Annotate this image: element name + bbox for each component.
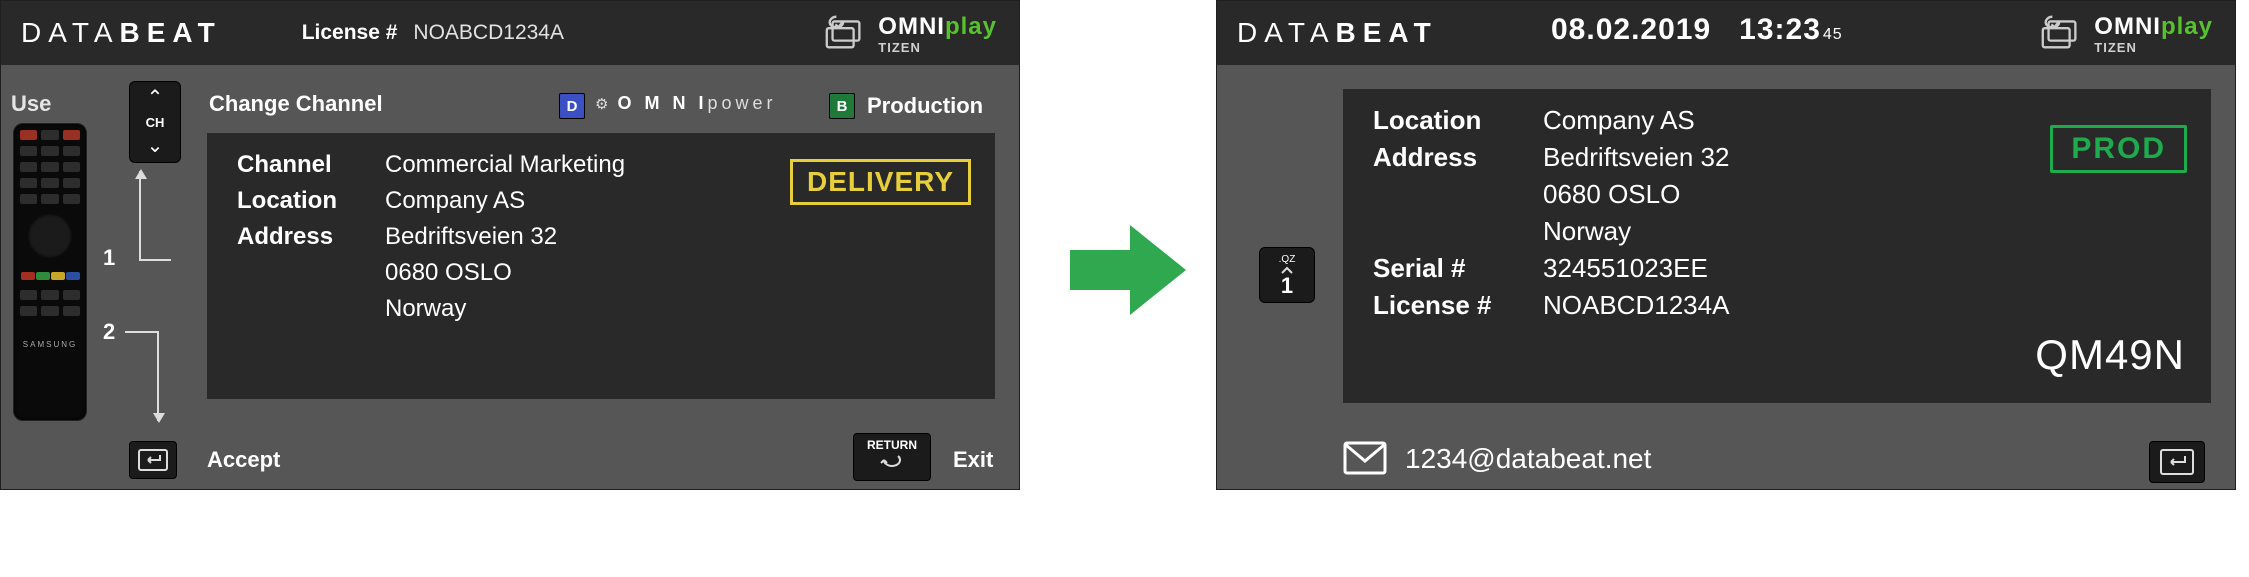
brand-logo: DATABEAT — [1237, 17, 1438, 49]
address-key: Address — [1373, 142, 1543, 173]
location-value: Company AS — [385, 187, 525, 215]
time-seconds: 45 — [1823, 26, 1843, 43]
production-label: Production — [867, 93, 983, 119]
header-right: DATABEAT 08.02.2019 13:2345 OMNIplay TIZE… — [1217, 1, 2235, 65]
transition-arrow-icon — [1070, 220, 1186, 325]
delivery-badge: DELIVERY — [790, 159, 971, 205]
return-button[interactable]: RETURN — [853, 433, 931, 481]
omniplay-icon — [822, 9, 868, 60]
use-label: Use — [11, 91, 51, 117]
omniplay-logo: OMNIplay TIZEN — [2038, 9, 2213, 60]
address-key: Address — [237, 223, 385, 251]
badge-b[interactable]: B — [829, 93, 855, 119]
step-1-marker: 1 — [103, 245, 115, 271]
address-line1: Bedriftsveien 32 — [385, 223, 557, 251]
enter-key-icon[interactable] — [2149, 441, 2205, 483]
channel-value: Commercial Marketing — [385, 151, 625, 179]
step-2-marker: 2 — [103, 319, 115, 345]
ch-label: CH — [146, 115, 165, 130]
prod-badge: PROD — [2050, 125, 2187, 173]
guide-arrow-up — [139, 171, 171, 261]
location-key: Location — [237, 187, 385, 215]
guide-arrow-h — [125, 331, 157, 333]
key-qz-sub: .QZ — [1279, 254, 1296, 265]
serial-value: 324551023EE — [1543, 253, 1708, 284]
location-value: Company AS — [1543, 105, 1695, 136]
header-left: DATABEAT License # NOABCD1234A OMNIplay … — [1, 1, 1019, 65]
channel-key: Channel — [237, 151, 385, 179]
keypad-1-button[interactable]: .QZ 1 — [1259, 247, 1315, 303]
license-value: NOABCD1234A — [1543, 290, 1729, 321]
omnipower-label: ⚙ O M N Ipower — [595, 93, 777, 114]
serial-key: Serial # — [1373, 253, 1543, 284]
return-label: RETURN — [854, 438, 930, 452]
exit-label: Exit — [953, 447, 993, 473]
brand-logo: DATABEAT — [21, 17, 222, 49]
chevron-up-icon: ⌃ — [147, 88, 164, 108]
channel-rocker[interactable]: ⌃ CH ⌄ — [129, 81, 181, 163]
mail-icon — [1343, 441, 1387, 480]
key-qz-num: 1 — [1281, 275, 1293, 297]
omniplay-icon — [2038, 9, 2084, 60]
license-key: License # — [1373, 290, 1543, 321]
address-line3: Norway — [1543, 216, 1631, 247]
license-label: License # — [302, 21, 398, 45]
address-line3: Norway — [385, 295, 466, 323]
time-value: 13:23 — [1739, 13, 1821, 46]
license-value: NOABCD1234A — [413, 21, 564, 45]
location-key: Location — [1373, 105, 1543, 136]
datetime: 08.02.2019 13:2345 — [1551, 13, 1843, 47]
model-number: QM49N — [2035, 331, 2185, 379]
omniplay-logo: OMNIplay TIZEN — [822, 9, 997, 60]
support-email: 1234@databeat.net — [1405, 443, 1651, 475]
change-channel-title: Change Channel — [209, 91, 383, 117]
date-value: 08.02.2019 — [1551, 13, 1711, 46]
badge-d[interactable]: D — [559, 93, 585, 119]
chevron-down-icon: ⌄ — [147, 136, 164, 156]
return-arrow-icon — [878, 452, 906, 472]
enter-key-icon[interactable] — [129, 441, 177, 479]
screen-change-channel: DATABEAT License # NOABCD1234A OMNIplay … — [0, 0, 1020, 490]
address-line1: Bedriftsveien 32 — [1543, 142, 1729, 173]
accept-label: Accept — [207, 447, 280, 473]
address-line2: 0680 OSLO — [385, 259, 512, 287]
guide-arrow-down — [157, 331, 171, 421]
remote-control-illustration: SAMSUNG — [13, 123, 87, 421]
channel-info-panel: ChannelCommercial Marketing LocationComp… — [207, 133, 995, 399]
player-info-panel: LocationCompany AS AddressBedriftsveien … — [1343, 89, 2211, 403]
address-line2: 0680 OSLO — [1543, 179, 1680, 210]
screen-player-info: DATABEAT 08.02.2019 13:2345 OMNIplay TIZE… — [1216, 0, 2236, 490]
